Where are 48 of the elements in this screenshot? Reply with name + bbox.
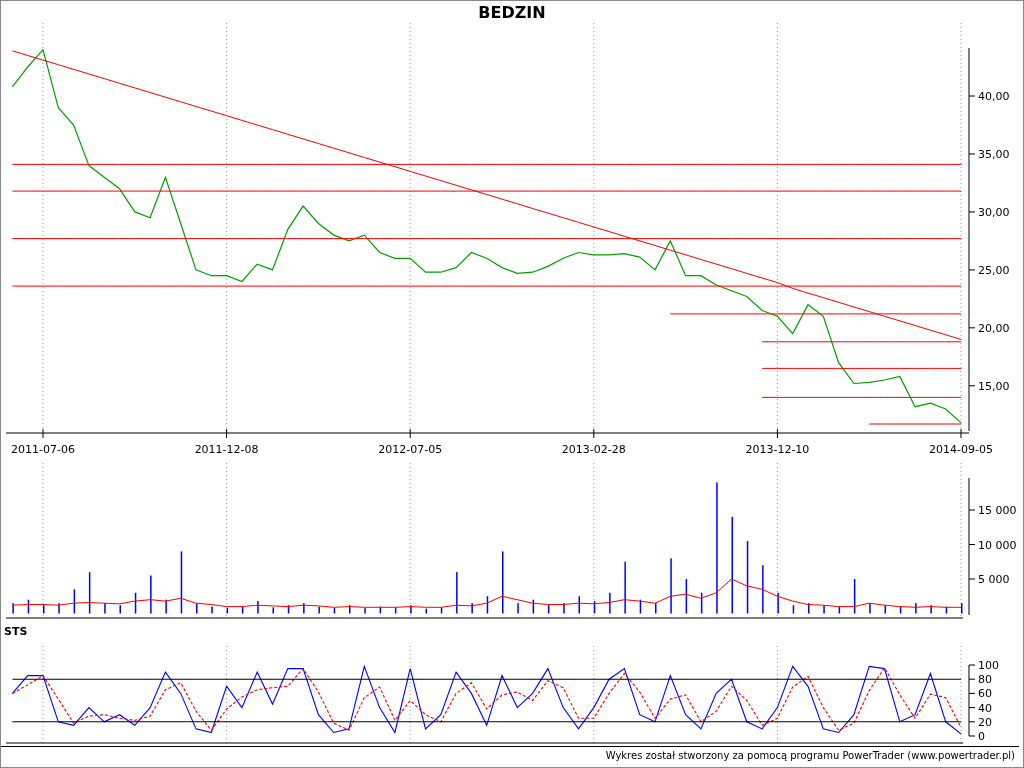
volume-bar: [486, 596, 489, 614]
volume-bar: [700, 592, 703, 614]
indicator-label: STS: [3, 624, 29, 640]
date-label: 2012-07-05: [378, 443, 443, 456]
price-label: 20,00: [978, 321, 1010, 335]
volume-bar: [73, 589, 76, 614]
volume-bar: [547, 605, 550, 614]
date-label: 2013-12-10: [745, 443, 810, 456]
oscillator-label: 20: [978, 715, 992, 729]
volume-bar: [593, 601, 596, 614]
volume-label: 15 000: [978, 504, 1017, 517]
chart-title: BEDZIN: [477, 2, 547, 23]
volume-bar: [838, 606, 841, 614]
volume-bar: [226, 608, 229, 614]
volume-bar: [333, 608, 336, 614]
volume-bar: [945, 606, 948, 614]
footer-note: Wykres został stworzony za pomocą programu PowerTrader (www.powertrader.pl): [1, 746, 1019, 761]
volume-bar: [440, 607, 443, 614]
volume-bar: [88, 572, 91, 614]
volume-label: 5 000: [978, 573, 1010, 586]
volume-bar: [394, 607, 397, 614]
volume-bar: [532, 599, 535, 614]
oscillator-label: 100: [978, 659, 999, 672]
date-label: 2011-07-06: [11, 443, 75, 456]
oscillator-label: 80: [978, 673, 992, 687]
volume-bar: [853, 579, 856, 614]
oscillator-label: 0: [978, 730, 985, 743]
price-label: 15,00: [978, 379, 1010, 393]
price-label: 40,00: [978, 90, 1010, 103]
price-label: 35,00: [978, 148, 1010, 161]
price-label: 25,00: [978, 263, 1010, 277]
oscillator-label: 40: [978, 701, 992, 715]
volume-bar: [241, 606, 244, 614]
date-label: 2013-02-28: [561, 443, 626, 456]
volume-bar: [287, 605, 290, 614]
volume-bar: [685, 579, 688, 614]
volume-bar: [899, 606, 902, 614]
volume-bar: [379, 606, 382, 614]
date-label: 2014-09-05: [929, 443, 993, 456]
price-label: 30,00: [978, 205, 1010, 219]
oscillator-label: 60: [978, 687, 992, 701]
volume-bar: [639, 599, 642, 614]
volume-bar: [134, 592, 137, 614]
volume-bar: [27, 599, 30, 614]
date-label: 2011-12-08: [194, 443, 259, 456]
volume-bar: [180, 551, 183, 614]
volume-bar: [792, 605, 795, 614]
volume-label: 10 000: [978, 538, 1017, 552]
